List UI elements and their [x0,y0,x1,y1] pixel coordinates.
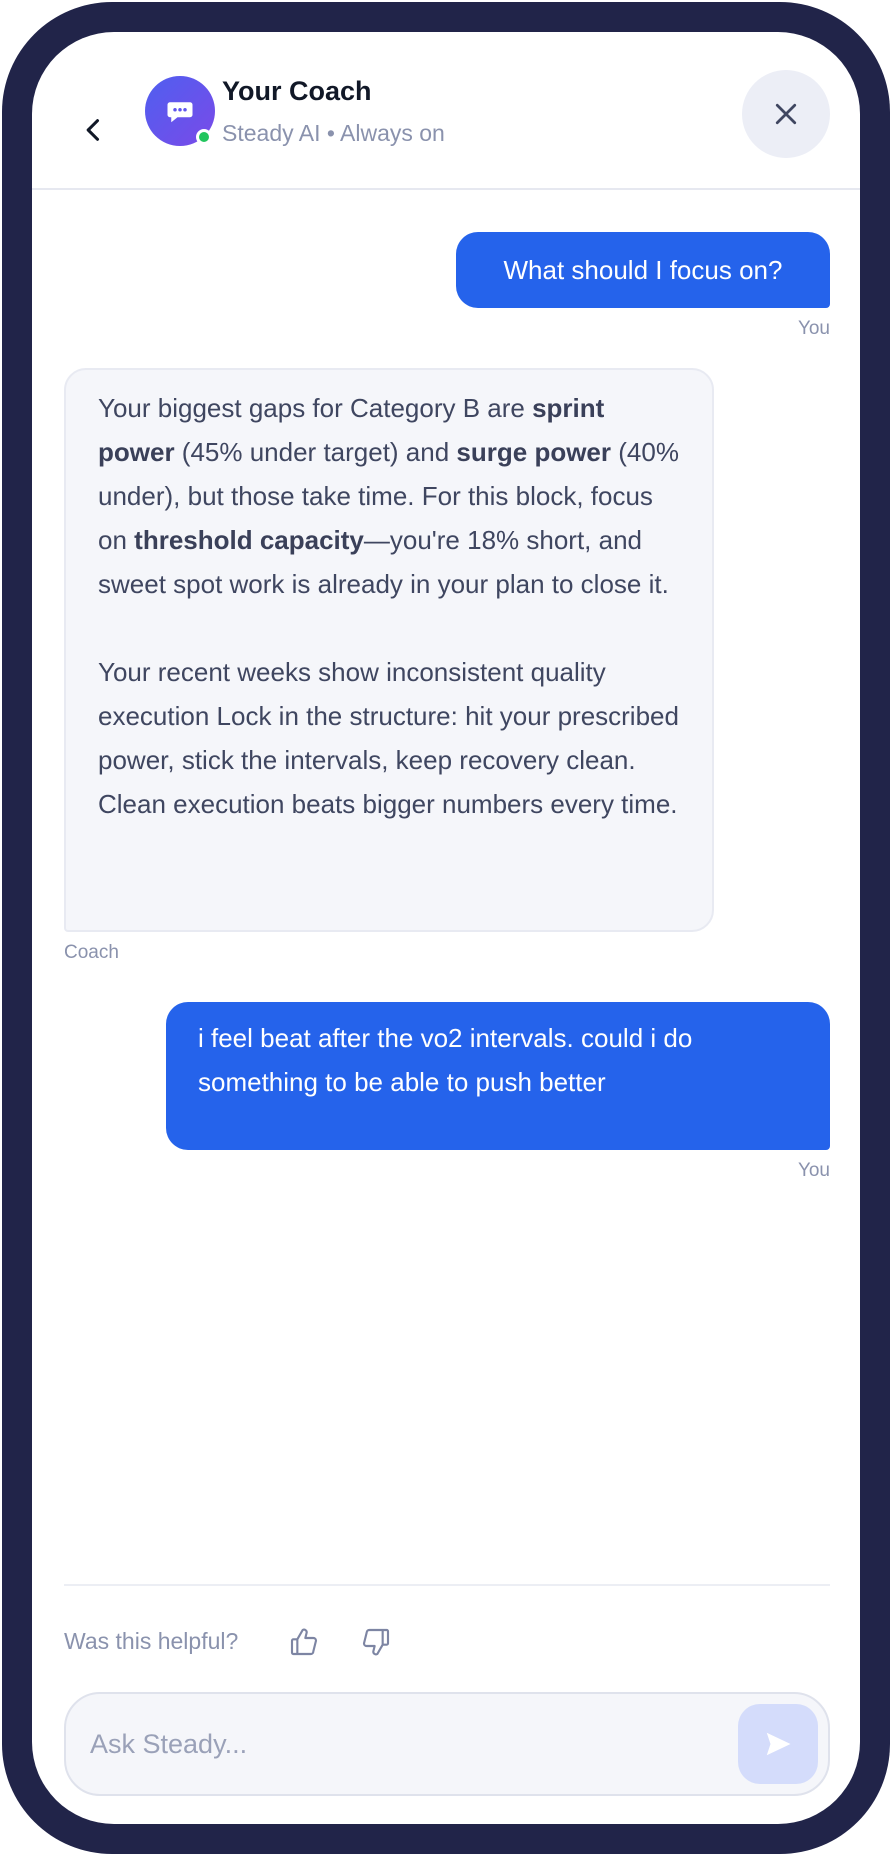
chevron-left-icon [86,119,100,141]
chat-bubble-icon [167,102,193,123]
user-message: i feel beat after the vo2 intervals. cou… [166,1002,830,1150]
thumbs-down-icon [362,1628,390,1656]
message-sender-label: You [797,318,830,339]
thumbs-up-button[interactable] [284,1622,324,1662]
message-text: (45% under target) and [174,437,457,467]
back-button[interactable] [72,108,116,152]
send-icon [766,1732,791,1756]
emphasis-text: surge power [456,437,612,467]
online-status-dot [196,129,212,145]
message-input[interactable] [90,1716,710,1772]
message-composer [64,1692,830,1796]
coach-name: Your Coach [222,76,372,106]
message-text: Your biggest gaps for Category B are [98,393,533,423]
coach-message-paragraph: Your biggest gaps for Category B are spr… [98,386,680,606]
emphasis-text: threshold capacity [134,525,364,555]
thumbs-up-icon [290,1628,318,1656]
phone-frame: Your Coach Steady AI • Always on What sh… [2,2,890,1854]
coach-status: Steady AI • Always on [222,120,445,146]
coach-message: Your biggest gaps for Category B are spr… [64,368,714,932]
close-icon [775,103,797,125]
thumbs-down-button[interactable] [356,1622,396,1662]
feedback-divider [64,1584,830,1586]
feedback-prompt: Was this helpful? [64,1628,239,1654]
message-sender-label: Coach [64,942,119,963]
chat-screen: Your Coach Steady AI • Always on What sh… [32,32,860,1824]
send-button[interactable] [738,1704,818,1784]
coach-message-paragraph: Your recent weeks show inconsistent qual… [98,657,679,819]
chat-header: Your Coach Steady AI • Always on [32,32,860,190]
user-message: What should I focus on? [456,232,830,308]
close-button[interactable] [742,70,830,158]
message-sender-label: You [797,1160,830,1181]
